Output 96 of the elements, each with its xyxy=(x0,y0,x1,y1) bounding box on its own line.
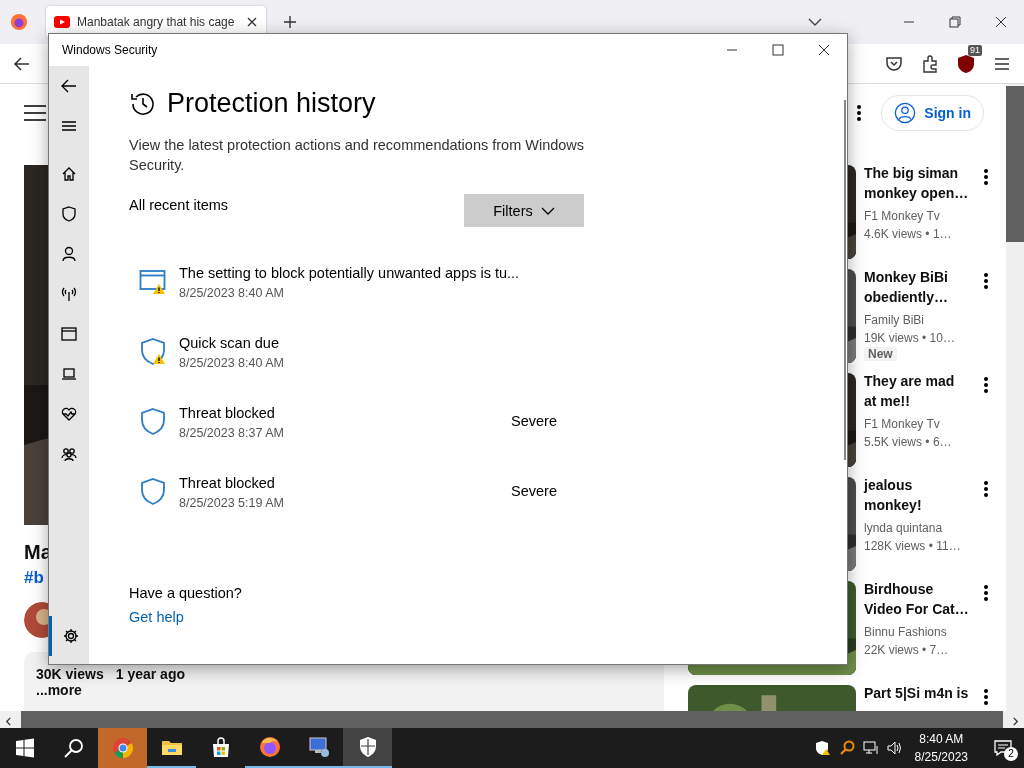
shield-icon[interactable] xyxy=(956,53,976,74)
view-count: 30K views xyxy=(36,666,104,682)
more-icon[interactable] xyxy=(984,585,988,601)
question-text: Have a question? xyxy=(129,585,243,601)
monitor-icon[interactable] xyxy=(306,735,331,759)
more-icon[interactable] xyxy=(984,169,988,185)
chevron-down-icon[interactable] xyxy=(540,206,555,215)
search-icon[interactable] xyxy=(838,740,855,756)
page-heading: Protection history xyxy=(167,88,376,119)
hashtag-link[interactable]: #b xyxy=(24,568,44,588)
description-text: View the latest protection actions and recommendations from Windows Security. xyxy=(129,136,586,175)
browser-window-icon[interactable] xyxy=(61,326,77,342)
new-tab-icon[interactable] xyxy=(282,14,298,30)
item-title: The setting to block potentially unwanted apps is tu... xyxy=(179,264,521,283)
shield-icon xyxy=(139,407,167,435)
filters-button[interactable]: Filters xyxy=(464,194,584,227)
video-stats: 128K views • 11… xyxy=(864,538,962,555)
firefox-browser-icon[interactable] xyxy=(257,735,282,759)
channel-name: lynda quintana xyxy=(864,520,944,537)
browser-logo-icon[interactable] xyxy=(10,13,28,31)
video-title[interactable]: Birdhouse Video For Cat… xyxy=(864,579,972,619)
close-icon[interactable] xyxy=(995,16,1007,28)
item-date: 8/25/2023 8:40 AM xyxy=(179,285,285,302)
puzzle-icon[interactable] xyxy=(920,53,940,74)
history-item[interactable]: The setting to block potentially unwanted apps is tu... 8/25/2023 8:40 AM xyxy=(129,263,847,333)
back-icon[interactable] xyxy=(61,78,77,94)
close-icon[interactable] xyxy=(246,16,258,28)
chrome-browser-icon[interactable] xyxy=(110,736,135,760)
shield-warning-icon xyxy=(139,337,167,365)
window-title: Windows Security xyxy=(62,43,158,57)
new-badge: New xyxy=(864,347,897,361)
menu-icon[interactable] xyxy=(24,104,46,121)
more-link[interactable]: ...more xyxy=(36,682,82,698)
shield-icon[interactable] xyxy=(61,206,77,222)
item-title: Threat blocked xyxy=(179,404,276,423)
video-stats: 19K views • 10… xyxy=(864,330,956,347)
video-title[interactable]: The big siman monkey open… xyxy=(864,163,972,203)
more-icon[interactable] xyxy=(984,481,988,497)
history-item[interactable]: Quick scan due 8/25/2023 8:40 AM xyxy=(129,333,847,403)
scroll-right-icon[interactable] xyxy=(1011,717,1020,726)
notification-button[interactable]: 2 xyxy=(988,735,1018,761)
people-icon[interactable] xyxy=(61,446,77,462)
sign-in-button[interactable]: Sign in xyxy=(881,94,984,131)
menu-icon[interactable] xyxy=(61,118,77,134)
video-stats: 5.5K views • 6… xyxy=(864,434,953,451)
history-item[interactable]: Threat blocked 8/25/2023 5:19 AM Severe xyxy=(129,473,847,543)
item-title: Quick scan due xyxy=(179,334,280,353)
video-site-icon xyxy=(54,16,70,28)
item-date: 8/25/2023 5:19 AM xyxy=(179,495,285,512)
history-item[interactable]: Threat blocked 8/25/2023 8:37 AM Severe xyxy=(129,403,847,473)
maximize-icon[interactable] xyxy=(949,16,961,28)
severity-label: Severe xyxy=(511,413,558,429)
volume-icon[interactable] xyxy=(886,740,903,756)
help-link[interactable]: Get help xyxy=(129,609,184,625)
video-title[interactable]: Part 5|Si m4n is xyxy=(864,683,972,703)
heart-icon[interactable] xyxy=(61,406,77,422)
channel-name: Family BiBi xyxy=(864,312,925,329)
video-stats: 22K views • 7… xyxy=(864,642,950,659)
upload-age: 1 year ago xyxy=(115,666,185,682)
channel-name: F1 Monkey Tv xyxy=(864,208,941,225)
close-icon[interactable] xyxy=(818,44,830,56)
browser-warning-icon xyxy=(139,267,167,295)
channel-name: Binnu Fashions xyxy=(864,624,948,641)
video-title[interactable]: Monkey BiBi obediently… xyxy=(864,267,972,307)
item-date: 8/25/2023 8:37 AM xyxy=(179,425,285,442)
shield-warning-icon[interactable] xyxy=(814,740,831,756)
video-title[interactable]: They are mad at me!! xyxy=(864,371,972,411)
home-icon[interactable] xyxy=(61,166,77,182)
more-icon[interactable] xyxy=(984,689,988,705)
item-title: Threat blocked xyxy=(179,474,276,493)
more-icon[interactable] xyxy=(984,377,988,393)
maximize-icon[interactable] xyxy=(772,44,784,56)
more-icon[interactable] xyxy=(984,273,988,289)
person-icon[interactable] xyxy=(61,246,77,262)
scroll-left-icon[interactable] xyxy=(4,717,13,726)
video-title[interactable]: jealous monkey! xyxy=(864,475,972,515)
antenna-icon[interactable] xyxy=(61,286,77,302)
network-icon[interactable] xyxy=(862,740,879,756)
severity-label: Severe xyxy=(511,483,558,499)
chevron-down-icon[interactable] xyxy=(808,17,822,27)
account-icon xyxy=(894,101,917,124)
channel-name: F1 Monkey Tv xyxy=(864,416,941,433)
scrollbar[interactable] xyxy=(1006,84,1024,711)
shield-button[interactable] xyxy=(343,728,392,768)
settings-icon[interactable] xyxy=(62,628,79,644)
item-date: 8/25/2023 8:40 AM xyxy=(179,355,285,372)
more-icon[interactable] xyxy=(857,104,862,121)
shield-icon xyxy=(139,477,167,505)
laptop-icon[interactable] xyxy=(61,366,77,382)
chat-bubble-icon[interactable] xyxy=(993,738,1013,758)
clock-date[interactable]: 8/25/2023 xyxy=(914,748,968,766)
count-badge: 91 xyxy=(968,44,982,56)
video-stats: 4.6K views • 1… xyxy=(864,226,953,243)
clock-time[interactable]: 8:40 AM xyxy=(914,730,968,748)
section-label: All recent items xyxy=(129,197,229,213)
scrollbar[interactable] xyxy=(0,711,1024,728)
